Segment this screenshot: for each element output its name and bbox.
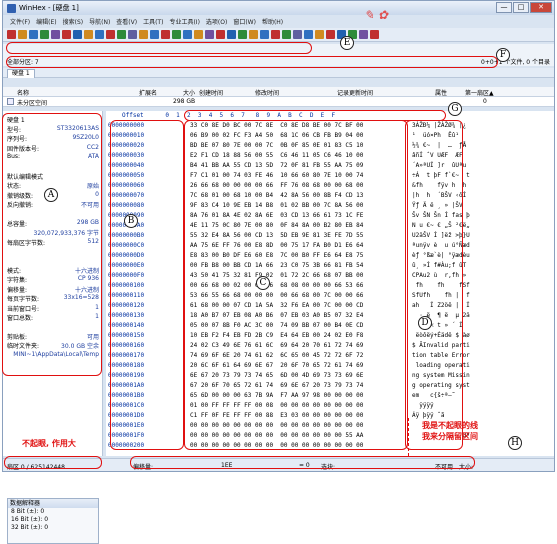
annotation-box-offset-column	[110, 120, 184, 450]
col-record-updated[interactable]: 记录更新时间	[337, 88, 373, 97]
menu-item-8[interactable]: 窗口(W)	[230, 17, 259, 26]
decoder-row: 16 Bit (±): 0	[11, 516, 49, 523]
menu-item-5[interactable]: 工具(T)	[140, 17, 166, 26]
data-interpreter[interactable]: 数据解释器 8 Bit (±): 0 16 Bit (±): 0 32 Bit …	[7, 498, 99, 544]
menu-item-4[interactable]: 查看(V)	[113, 17, 140, 26]
toolbar-button-icon-2[interactable]	[29, 30, 38, 39]
annotation-box-sector	[4, 456, 102, 469]
col-name[interactable]: 名称	[17, 88, 29, 97]
toolbar-button-icon-0[interactable]	[7, 30, 16, 39]
col-modified[interactable]: 修改时间	[255, 88, 279, 97]
menu-item-9[interactable]: 帮助(H)	[259, 17, 286, 26]
annotation-label-c: C	[256, 276, 270, 290]
col-size[interactable]: 大小	[183, 88, 195, 97]
annotation-note-right-2: 我来分隔留区间	[422, 432, 478, 441]
toolbar-button-icon-23[interactable]	[260, 30, 269, 39]
menu-item-1[interactable]: 编辑(E)	[33, 17, 59, 26]
toolbar-button-icon-13[interactable]	[150, 30, 159, 39]
file-name: 未分区空间	[17, 100, 48, 107]
menu-item-3[interactable]: 导航(N)	[86, 17, 113, 26]
toolbar-button-icon-10[interactable]	[117, 30, 126, 39]
toolbar-button-icon-17[interactable]	[194, 30, 203, 39]
file-first-sector: 0	[483, 98, 487, 105]
toolbar-button-icon-14[interactable]	[161, 30, 170, 39]
annotation-box-menu	[6, 42, 312, 54]
menu-item-2[interactable]: 搜索(S)	[60, 17, 87, 26]
col-attr[interactable]: 属性	[435, 88, 447, 97]
annotation-box-status	[130, 456, 475, 469]
annotation-note-left: 不起眼, 作用大	[22, 439, 76, 448]
toolbar-button-icon-25[interactable]	[282, 30, 291, 39]
toolbar-button-icon-24[interactable]	[271, 30, 280, 39]
menu-item-6[interactable]: 专业工具(I)	[166, 17, 202, 26]
menu-bar: 文件(F) 编辑(E) 搜索(S) 导航(N) 查看(V) 工具(T) 专业工具(I) 选项(…	[3, 15, 554, 27]
window-controls: — □ ✕	[496, 2, 552, 13]
toolbar-button-icon-29[interactable]	[326, 30, 335, 39]
toolbar-button-icon-4[interactable]	[51, 30, 60, 39]
app-icon	[7, 3, 16, 13]
toolbar-button-icon-3[interactable]	[40, 30, 49, 39]
toolbar	[3, 28, 554, 42]
annotation-arrow	[408, 418, 409, 456]
toolbar-button-icon-5[interactable]	[62, 30, 71, 39]
toolbar-button-icon-9[interactable]	[106, 30, 115, 39]
decoder-row: 32 Bit (±): 0	[11, 524, 49, 531]
minimize-button[interactable]: —	[496, 2, 512, 13]
toolbar-button-icon-12[interactable]	[139, 30, 148, 39]
data-interpreter-title: 数据解释器	[8, 499, 98, 508]
toolbar-button-icon-11[interactable]	[128, 30, 137, 39]
toolbar-button-icon-26[interactable]	[293, 30, 302, 39]
title-bar: WinHex - [硬盘 1] — □ ✕	[3, 1, 554, 15]
annotation-note-right-1: 我是不起眼的线	[422, 421, 478, 430]
toolbar-button-icon-32[interactable]	[359, 30, 368, 39]
annotation-label-d: D	[418, 316, 432, 330]
toolbar-button-icon-8[interactable]	[95, 30, 104, 39]
toolbar-button-icon-20[interactable]	[227, 30, 236, 39]
toolbar-button-icon-28[interactable]	[315, 30, 324, 39]
toolbar-button-icon-18[interactable]	[205, 30, 214, 39]
maximize-button[interactable]: □	[513, 2, 529, 13]
file-row-unpartitioned[interactable]: 未分区空间 298 GB 0	[3, 97, 554, 107]
toolbar-button-icon-22[interactable]	[249, 30, 258, 39]
col-ext[interactable]: 扩展名	[139, 88, 157, 97]
annotation-box-text-column	[405, 120, 463, 450]
annotation-box-toolbar	[6, 56, 498, 68]
toolbar-button-icon-16[interactable]	[183, 30, 192, 39]
col-created[interactable]: 创建时间	[199, 88, 223, 97]
toolbar-button-icon-6[interactable]	[73, 30, 82, 39]
annotation-label-h: H	[508, 436, 522, 450]
toolbar-button-icon-19[interactable]	[216, 30, 225, 39]
toolbar-button-icon-7[interactable]	[84, 30, 93, 39]
toolbar-button-icon-15[interactable]	[172, 30, 181, 39]
col-first-sector[interactable]: 第一扇区▲	[465, 88, 494, 97]
annotation-box-info-panel	[2, 113, 102, 376]
tab-disk-1[interactable]: 硬盘 1	[7, 69, 35, 78]
annotation-label-a: A	[44, 188, 58, 202]
toolbar-button-icon-33[interactable]	[370, 30, 379, 39]
menu-item-7[interactable]: 选项(O)	[203, 17, 230, 26]
watermark-logo: ✎ ✿	[364, 8, 388, 22]
window-title: WinHex - [硬盘 1]	[19, 4, 79, 12]
toolbar-button-icon-21[interactable]	[238, 30, 247, 39]
toolbar-button-icon-27[interactable]	[304, 30, 313, 39]
file-size: 298 GB	[173, 98, 196, 105]
annotation-label-e: E	[340, 36, 354, 50]
menu-item-0[interactable]: 文件(F)	[7, 17, 33, 26]
annotation-label-b: B	[124, 214, 138, 228]
toolbar-button-icon-1[interactable]	[18, 30, 27, 39]
annotation-box-hex-bytes	[184, 120, 408, 450]
tab-strip: 硬盘 1	[3, 68, 554, 78]
unpartitioned-icon	[7, 98, 14, 105]
file-list-header: 名称 扩展名 大小 创建时间 修改时间 记录更新时间 属性 第一扇区▲	[3, 87, 554, 97]
close-button[interactable]: ✕	[530, 2, 552, 13]
annotation-label-f: F	[496, 48, 510, 62]
annotation-label-g: G	[448, 102, 462, 116]
decoder-row: 8 Bit (±): 0	[11, 508, 45, 515]
